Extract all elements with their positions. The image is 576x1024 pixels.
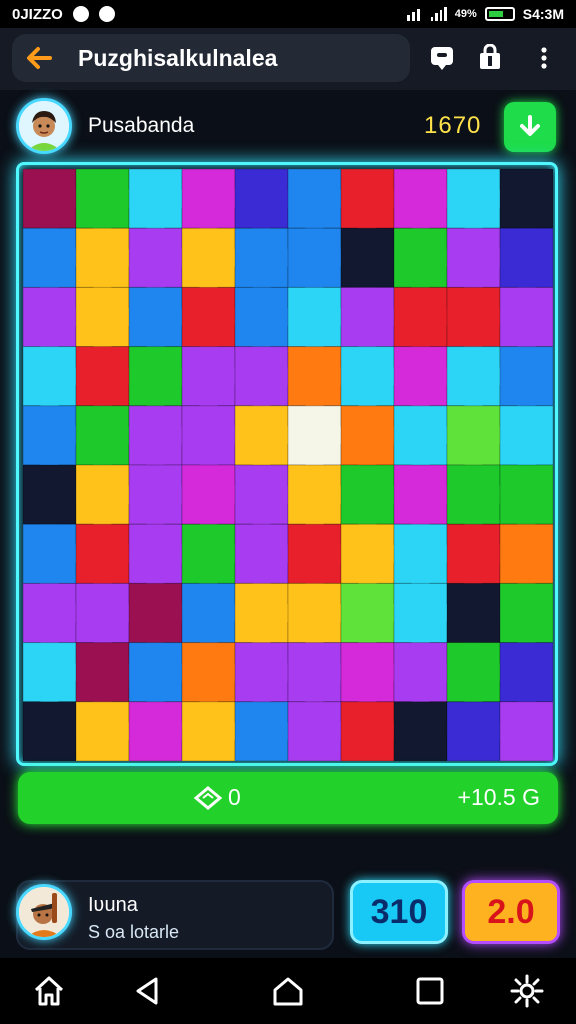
location-pin-icon [98, 6, 115, 22]
download-icon [520, 115, 540, 136]
app-title: Puzghisalkulnalea [78, 44, 278, 71]
status-right: 49% S4:3M [406, 6, 564, 22]
status-left: 0JIZZO [12, 6, 115, 23]
more-vert-icon[interactable] [530, 44, 558, 72]
status-left-text: 0JIZZO [12, 5, 63, 23]
battery-percent: 49% [454, 8, 477, 20]
puzzle-grid[interactable] [23, 169, 553, 761]
puzzle-piece[interactable] [499, 642, 553, 711]
battery-icon [484, 7, 515, 21]
wifi-icon [406, 7, 423, 21]
puzzle-piece[interactable] [499, 464, 553, 534]
puzzle-board [16, 162, 558, 766]
opponent-avatar[interactable] [16, 884, 72, 940]
bag-icon[interactable] [476, 44, 504, 72]
player-name: Pusabanda [88, 114, 195, 137]
opponent-name: Iʋuna [88, 894, 138, 916]
title-pill: Puzghisalkulnalea [12, 34, 410, 82]
puzzle-piece[interactable] [499, 286, 553, 356]
puzzle-piece[interactable] [499, 405, 553, 475]
home-icon[interactable] [32, 974, 66, 1008]
opponent-panel: Iʋuna S oa lotarle 310 2.0 [0, 864, 576, 956]
top-bar: Puzghisalkulnalea [0, 28, 576, 90]
opponent-subtitle: S oa lotarle [88, 922, 180, 942]
nav-home-icon[interactable] [271, 974, 305, 1008]
score-box-blue[interactable]: 310 [350, 880, 448, 944]
progress-left-value: 0 [228, 784, 241, 810]
nav-back-icon[interactable] [130, 974, 164, 1008]
score-box-orange[interactable]: 2.0 [462, 880, 560, 944]
recents-icon[interactable] [413, 974, 447, 1008]
settings-icon[interactable] [510, 974, 544, 1008]
status-bar: 0JIZZO 49% S4:3M [0, 0, 576, 28]
puzzle-piece[interactable] [499, 523, 553, 593]
chat-icon[interactable] [428, 44, 456, 72]
diamond-icon [194, 786, 222, 810]
progress-right-value: +10.5 G [457, 784, 540, 810]
notification-dot-icon [72, 6, 89, 22]
status-time: S4:3M [522, 6, 564, 22]
download-button[interactable] [504, 102, 556, 152]
player-score: 1670 [424, 112, 482, 139]
puzzle-piece[interactable] [499, 169, 553, 238]
player-avatar[interactable] [16, 98, 72, 154]
puzzle-piece[interactable] [499, 346, 553, 415]
system-nav-bar [0, 958, 576, 1024]
back-arrow-icon[interactable] [24, 43, 54, 73]
player-row: Pusabanda 1670 [0, 96, 576, 158]
puzzle-piece[interactable] [499, 227, 553, 297]
puzzle-piece[interactable] [499, 582, 553, 652]
puzzle-piece[interactable] [499, 701, 553, 761]
progress-bar: 0 +10.5 G [18, 772, 558, 824]
signal-icon [430, 7, 447, 21]
